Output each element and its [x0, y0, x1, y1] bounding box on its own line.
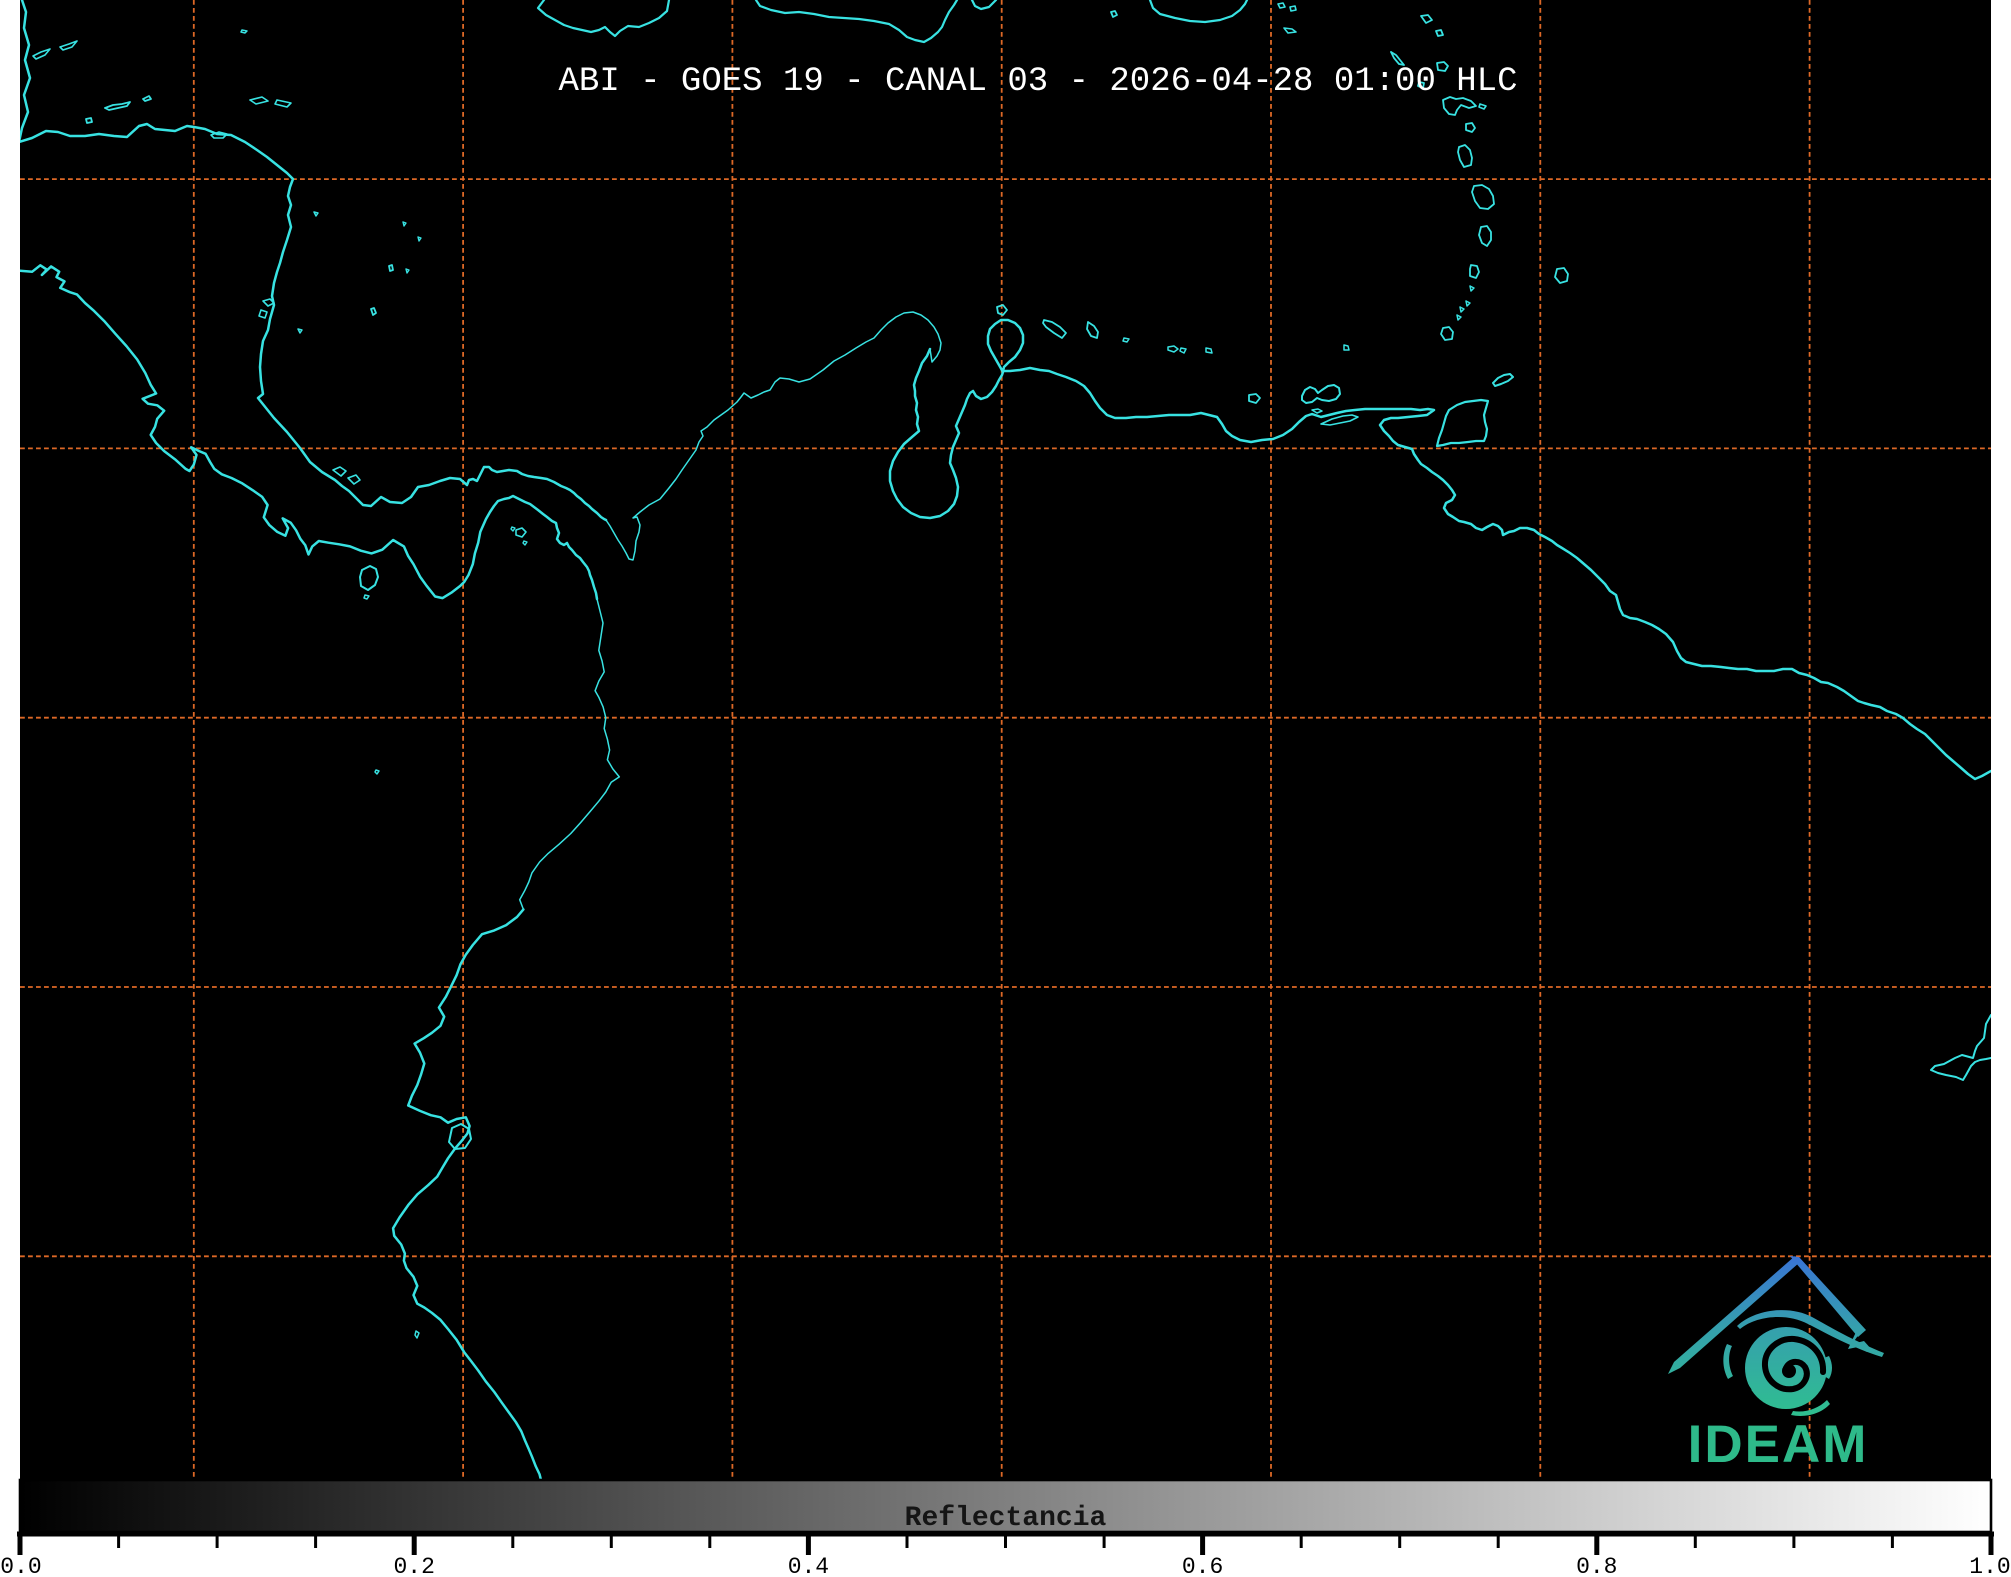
svg-text:1.0: 1.0	[1969, 1554, 2010, 1577]
svg-text:0.2: 0.2	[393, 1554, 434, 1577]
svg-text:0.4: 0.4	[788, 1554, 829, 1577]
svg-text:0.6: 0.6	[1182, 1554, 1223, 1577]
svg-text:Reflectancia: Reflectancia	[905, 1503, 1107, 1534]
svg-text:0.0: 0.0	[0, 1554, 41, 1577]
svg-text:IDEAM: IDEAM	[1688, 1415, 1869, 1474]
svg-text:ABI - GOES 19 - CANAL 03 - 202: ABI - GOES 19 - CANAL 03 - 2026-04-28 01…	[559, 63, 1518, 101]
svg-text:0.8: 0.8	[1576, 1554, 1617, 1577]
